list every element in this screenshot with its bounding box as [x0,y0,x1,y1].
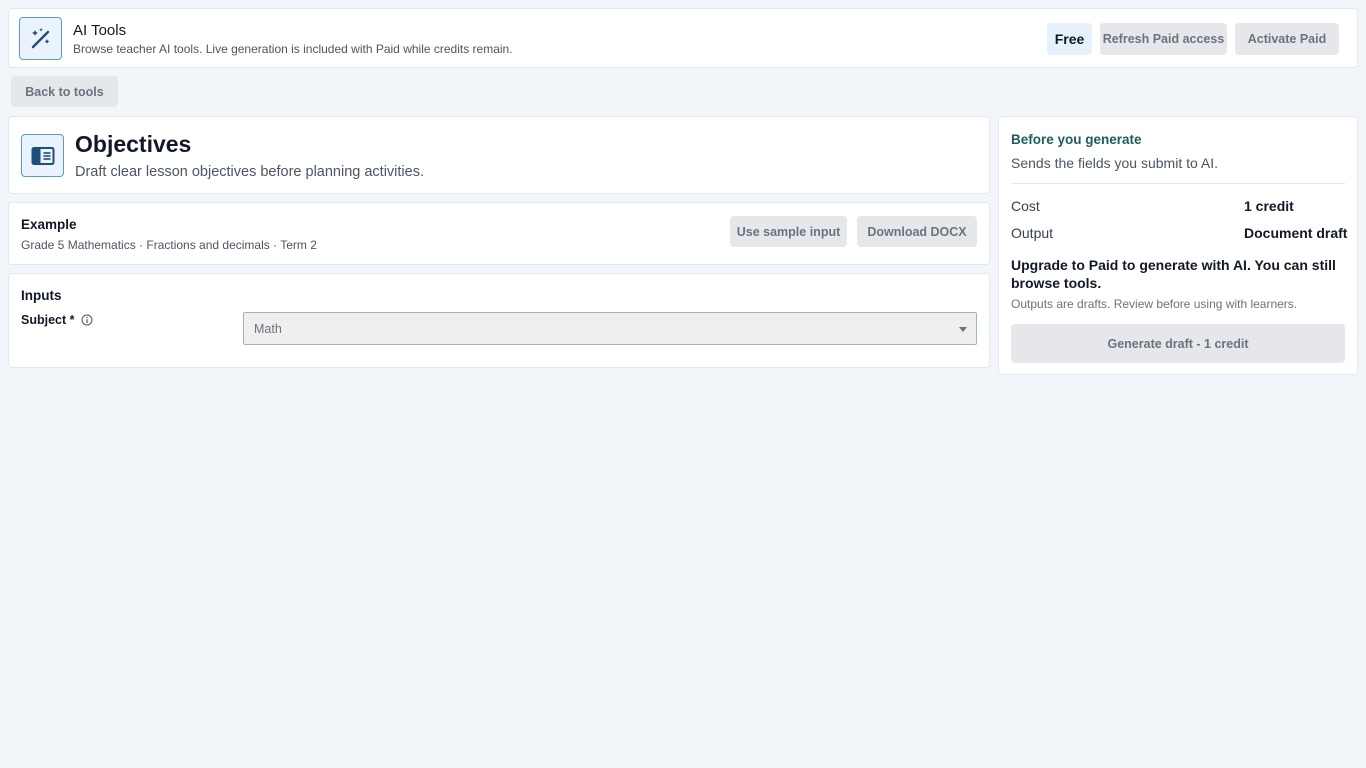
generate-draft-button[interactable]: Generate draft - 1 credit [1011,324,1345,363]
subject-label: Subject * [21,313,93,327]
back-to-tools-button[interactable]: Back to tools [11,76,118,107]
upgrade-message: Upgrade to Paid to generate with AI. You… [1011,257,1336,291]
generate-summary-panel: Before you generate Sends the fields you… [998,116,1358,375]
output-label: Output [1011,225,1054,241]
use-sample-input-button[interactable]: Use sample input [730,216,847,247]
example-label: Example [21,217,77,232]
subject-select[interactable]: Math [243,312,977,345]
inputs-card: Inputs Subject * Math [8,273,990,368]
plan-badge: Free [1047,23,1092,55]
page-description: Draft clear lesson objectives before pla… [75,164,424,180]
book-panel-icon [21,134,64,177]
magic-wand-icon [19,17,62,60]
summary-title: Before you generate [1011,132,1142,147]
refresh-paid-access-button[interactable]: Refresh Paid access [1100,23,1227,55]
header-bar: AI Tools Browse teacher AI tools. Live g… [8,8,1358,68]
tool-header-card: Objectives Draft clear lesson objectives… [8,116,990,194]
subject-select-value: Math [254,321,282,336]
activate-paid-button[interactable]: Activate Paid [1235,23,1339,55]
draft-note: Outputs are drafts. Review before using … [1011,297,1298,311]
page-title: Objectives [75,131,192,157]
output-value: Document draft [1244,225,1348,241]
inputs-heading: Inputs [21,288,62,303]
download-docx-button[interactable]: Download DOCX [857,216,977,247]
app-subtitle: Browse teacher AI tools. Live generation… [73,42,513,56]
cost-label: Cost [1011,198,1040,214]
example-card: Example Grade 5 Mathematics · Fractions … [8,202,990,265]
info-icon[interactable] [81,314,93,326]
divider [1011,183,1345,184]
example-text: Grade 5 Mathematics · Fractions and deci… [21,238,317,252]
app-title: AI Tools [73,22,127,39]
summary-subtitle: Sends the fields you submit to AI. [1011,155,1219,171]
chevron-down-icon [959,327,967,332]
subject-label-text: Subject * [21,313,75,327]
cost-value: 1 credit [1244,198,1294,214]
